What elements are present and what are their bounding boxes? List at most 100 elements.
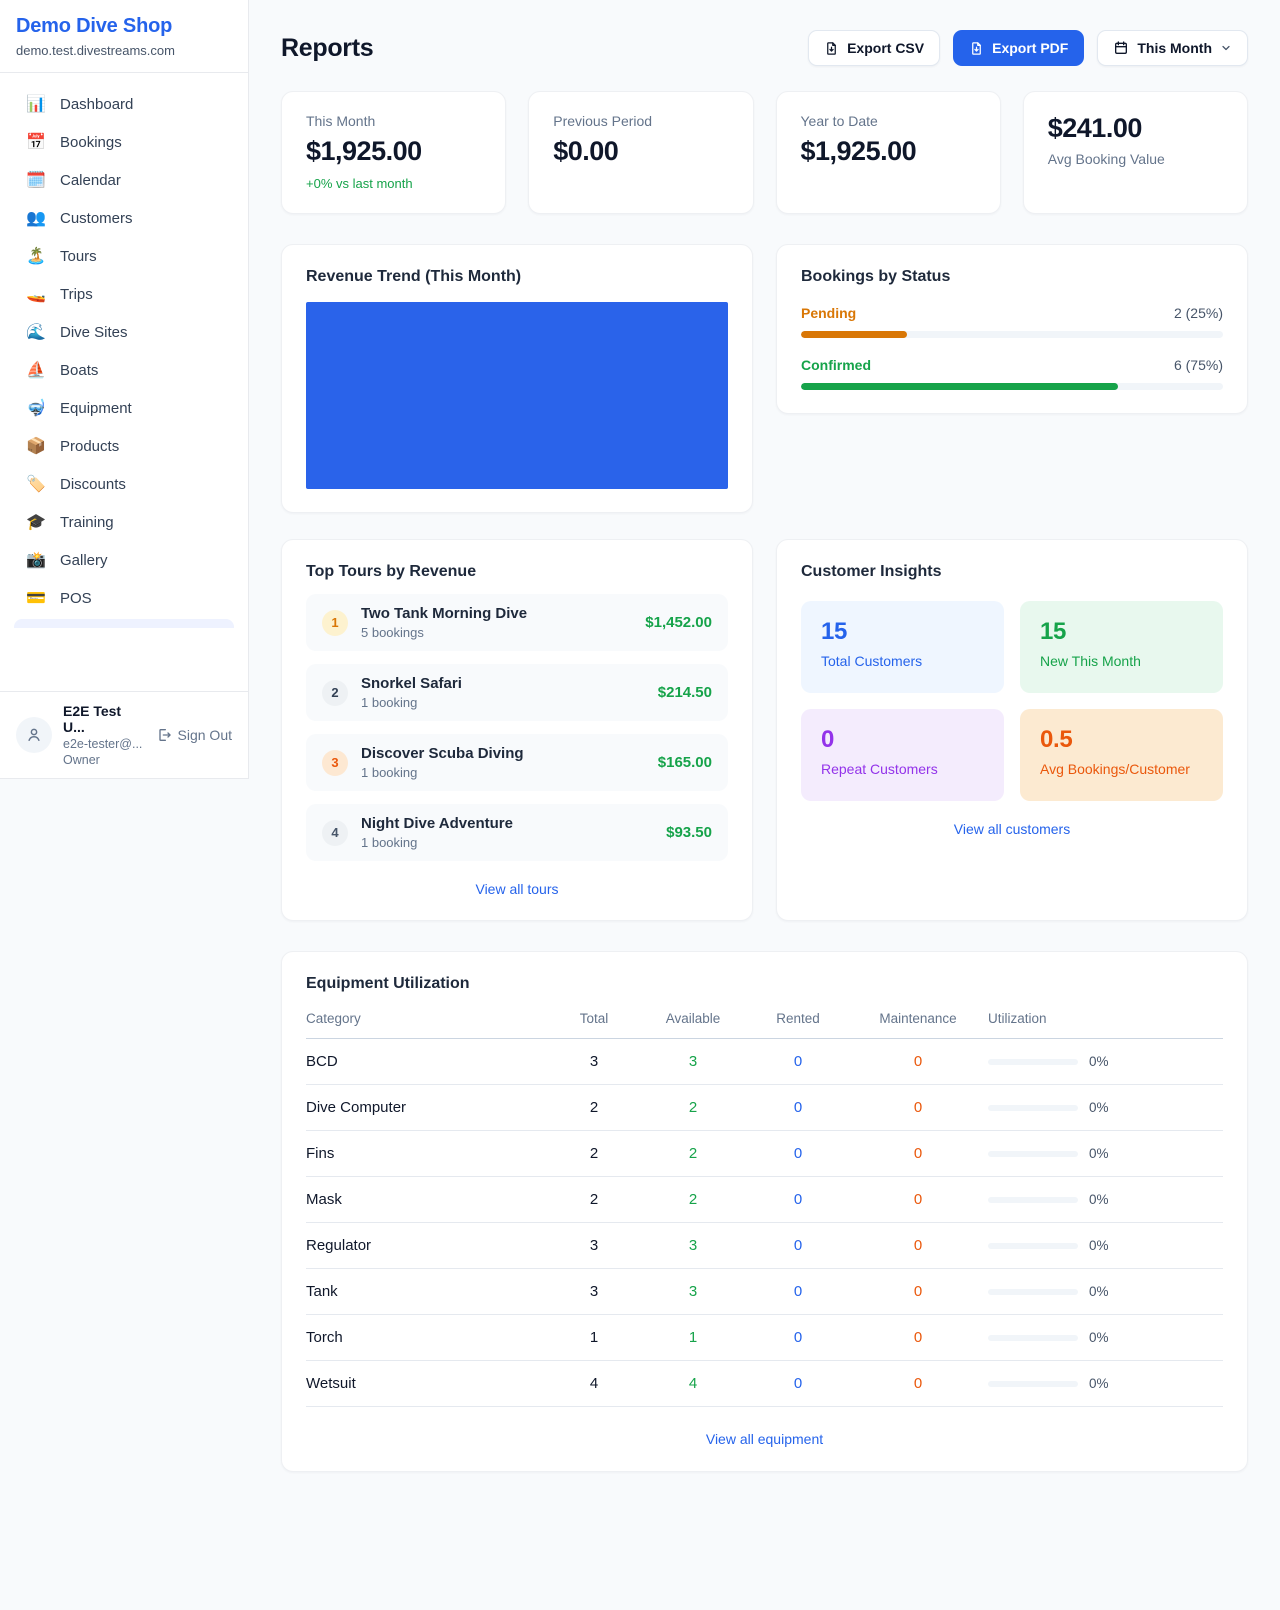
- sidebar-item-label: Dashboard: [60, 96, 133, 113]
- tile-value: 0: [821, 726, 984, 754]
- bookings-by-status-title: Bookings by Status: [801, 268, 1223, 286]
- sidebar-item-label: Bookings: [60, 134, 122, 151]
- stat-delta: +0% vs last month: [306, 176, 481, 191]
- tour-revenue: $1,452.00: [645, 614, 712, 631]
- cell-category: Torch: [306, 1329, 550, 1346]
- cell-category: Mask: [306, 1191, 550, 1208]
- cell-rented: 0: [748, 1329, 848, 1346]
- bar-chart-icon: 📊: [26, 97, 46, 113]
- tile-label: Repeat Customers: [821, 761, 984, 777]
- utilization-percent: 0%: [1089, 1100, 1109, 1115]
- diving-mask-icon: 🤿: [26, 401, 46, 417]
- utilization-percent: 0%: [1089, 1192, 1109, 1207]
- stat-card-this-month: This Month $1,925.00 +0% vs last month: [281, 91, 506, 214]
- utilization-percent: 0%: [1089, 1238, 1109, 1253]
- export-csv-label: Export CSV: [847, 40, 924, 56]
- cell-available: 2: [638, 1145, 748, 1162]
- cell-category: Fins: [306, 1145, 550, 1162]
- tour-revenue: $165.00: [658, 754, 712, 771]
- table-row: Wetsuit 4 4 0 0 0%: [306, 1361, 1223, 1407]
- cell-maintenance: 0: [848, 1375, 988, 1392]
- top-tours-card: Top Tours by Revenue 1 Two Tank Morning …: [281, 539, 753, 921]
- cell-utilization: 0%: [988, 1054, 1223, 1069]
- customer-insights-card: Customer Insights 15 Total Customers 15 …: [776, 539, 1248, 921]
- cell-rented: 0: [748, 1283, 848, 1300]
- tour-name: Night Dive Adventure: [361, 815, 653, 832]
- tile-repeat-customers: 0 Repeat Customers: [801, 709, 1004, 801]
- cell-maintenance: 0: [848, 1191, 988, 1208]
- cell-category: Tank: [306, 1283, 550, 1300]
- sidebar-item-equipment[interactable]: 🤿 Equipment: [12, 391, 236, 426]
- sign-out-button[interactable]: Sign Out: [156, 727, 232, 743]
- insight-grid: 15 Total Customers 15 New This Month 0 R…: [801, 601, 1223, 801]
- cell-utilization: 0%: [988, 1330, 1223, 1345]
- sidebar-item-pos[interactable]: 💳 POS: [12, 581, 236, 616]
- revenue-trend-chart: [306, 302, 728, 489]
- camera-icon: 📸: [26, 553, 46, 569]
- tile-value: 15: [821, 618, 984, 646]
- cell-total: 3: [550, 1053, 638, 1070]
- sidebar-item-calendar[interactable]: 🗓️ Calendar: [12, 163, 236, 198]
- sidebar-item-reports-active-partial[interactable]: [14, 619, 234, 628]
- brand-header: Demo Dive Shop demo.test.divestreams.com: [0, 0, 248, 73]
- cell-maintenance: 0: [848, 1145, 988, 1162]
- sidebar-item-label: Tours: [60, 248, 97, 265]
- view-all-equipment-link[interactable]: View all equipment: [306, 1431, 1223, 1447]
- equipment-table-header: Category Total Available Rented Maintena…: [306, 1011, 1223, 1039]
- cell-available: 2: [638, 1191, 748, 1208]
- stat-value: $1,925.00: [801, 136, 976, 167]
- utilization-bar-track: [988, 1059, 1078, 1065]
- status-label: Pending: [801, 305, 856, 321]
- sidebar-user-footer: E2E Test U... e2e-tester@... Owner Sign …: [0, 691, 248, 778]
- col-header-category: Category: [306, 1011, 550, 1026]
- cell-maintenance: 0: [848, 1283, 988, 1300]
- cell-category: Dive Computer: [306, 1099, 550, 1116]
- col-header-total: Total: [550, 1011, 638, 1026]
- tile-avg-bookings-customer: 0.5 Avg Bookings/Customer: [1020, 709, 1223, 801]
- status-row-confirmed: Confirmed 6 (75%): [801, 357, 1223, 390]
- shop-domain: demo.test.divestreams.com: [16, 43, 232, 58]
- cell-maintenance: 0: [848, 1329, 988, 1346]
- table-row: Dive Computer 2 2 0 0 0%: [306, 1085, 1223, 1131]
- sidebar-item-label: Gallery: [60, 552, 108, 569]
- sidebar-item-bookings[interactable]: 📅 Bookings: [12, 125, 236, 160]
- sidebar-item-customers[interactable]: 👥 Customers: [12, 201, 236, 236]
- sidebar-item-training[interactable]: 🎓 Training: [12, 505, 236, 540]
- export-csv-button[interactable]: Export CSV: [808, 30, 940, 66]
- export-pdf-button[interactable]: Export PDF: [953, 30, 1084, 66]
- tour-name: Discover Scuba Diving: [361, 745, 645, 762]
- sidebar-item-products[interactable]: 📦 Products: [12, 429, 236, 464]
- utilization-percent: 0%: [1089, 1376, 1109, 1391]
- status-label: Confirmed: [801, 357, 871, 373]
- sidebar-item-discounts[interactable]: 🏷️ Discounts: [12, 467, 236, 502]
- status-bar-track: [801, 383, 1223, 390]
- calendar-pad-icon: 🗓️: [26, 173, 46, 189]
- cell-available: 3: [638, 1237, 748, 1254]
- sidebar-item-dashboard[interactable]: 📊 Dashboard: [12, 87, 236, 122]
- wave-icon: 🌊: [26, 325, 46, 341]
- sidebar-item-trips[interactable]: 🚤 Trips: [12, 277, 236, 312]
- file-download-icon: [969, 41, 984, 56]
- period-dropdown[interactable]: This Month: [1097, 30, 1248, 66]
- view-all-tours-link[interactable]: View all tours: [306, 881, 728, 897]
- cell-utilization: 0%: [988, 1238, 1223, 1253]
- cell-utilization: 0%: [988, 1284, 1223, 1299]
- sidebar-item-label: Products: [60, 438, 119, 455]
- tile-label: Total Customers: [821, 653, 984, 669]
- cell-utilization: 0%: [988, 1146, 1223, 1161]
- sidebar-item-dive-sites[interactable]: 🌊 Dive Sites: [12, 315, 236, 350]
- tile-label: New This Month: [1040, 653, 1203, 669]
- tour-bookings: 5 bookings: [361, 625, 632, 640]
- sidebar-item-tours[interactable]: 🏝️ Tours: [12, 239, 236, 274]
- user-info: E2E Test U... e2e-tester@... Owner: [63, 703, 145, 767]
- tile-label: Avg Bookings/Customer: [1040, 761, 1203, 777]
- calendar-icon: [1113, 40, 1129, 56]
- sidebar-item-label: POS: [60, 590, 92, 607]
- tour-row: 3 Discover Scuba Diving 1 booking $165.0…: [306, 734, 728, 791]
- utilization-bar-track: [988, 1381, 1078, 1387]
- view-all-customers-link[interactable]: View all customers: [801, 821, 1223, 837]
- cell-rented: 0: [748, 1191, 848, 1208]
- stat-label: Year to Date: [801, 113, 976, 129]
- sidebar-item-gallery[interactable]: 📸 Gallery: [12, 543, 236, 578]
- sidebar-item-boats[interactable]: ⛵ Boats: [12, 353, 236, 388]
